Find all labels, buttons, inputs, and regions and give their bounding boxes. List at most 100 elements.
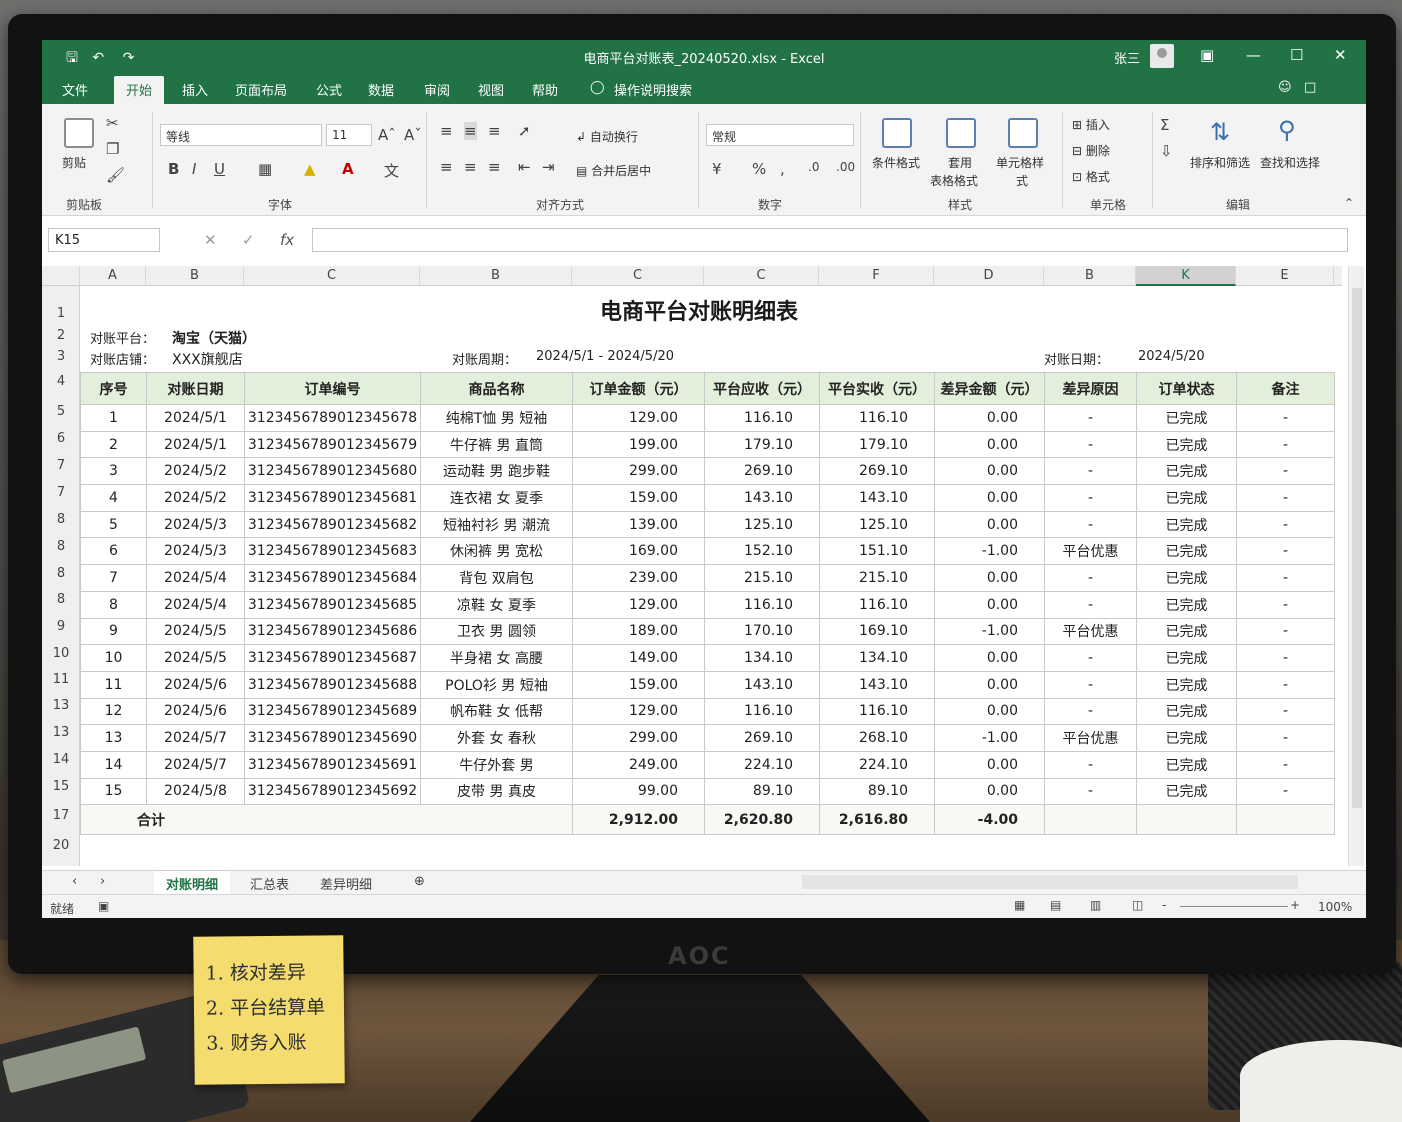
table-cell[interactable]: -1.00 [934, 537, 1045, 566]
table-cell[interactable]: 134.10 [819, 644, 935, 672]
table-cell[interactable]: 15 [80, 777, 147, 806]
tab-review[interactable]: 审阅 [424, 80, 450, 99]
ribbon-display-icon[interactable]: ▣ [1200, 46, 1214, 64]
tab-formulas[interactable]: 公式 [316, 80, 342, 99]
table-cell[interactable]: 已完成 [1136, 430, 1237, 459]
tab-insert[interactable]: 插入 [182, 80, 208, 99]
share-icon[interactable]: ☺ [1278, 80, 1292, 95]
table-cell[interactable]: 129.00 [572, 697, 705, 726]
table-cell[interactable]: 169.10 [819, 617, 935, 646]
comma-style-icon[interactable]: , [780, 160, 785, 178]
find-select-button[interactable]: 查找和选择 [1260, 154, 1320, 171]
table-cell[interactable]: 11 [80, 670, 147, 699]
table-cell[interactable]: 13 [80, 724, 147, 752]
table-cell[interactable]: 299.00 [572, 724, 705, 752]
decrease-indent-icon[interactable]: ⇤ [518, 158, 531, 176]
align-top-icon[interactable]: ≡ [440, 122, 453, 140]
total-received[interactable]: 2,616.80 [819, 804, 935, 836]
paste-button[interactable]: 剪贴 [62, 154, 86, 171]
table-cell[interactable]: - [1044, 510, 1137, 539]
table-cell[interactable]: - [1044, 697, 1137, 726]
table-cell[interactable]: 3123456789012345681 [244, 484, 421, 512]
zoom-out-icon[interactable]: - [1162, 898, 1166, 912]
font-color-icon[interactable]: A [342, 160, 354, 178]
table-header-cell[interactable]: 平台实收（元） [819, 372, 935, 405]
row-header[interactable]: 14 [42, 752, 80, 767]
table-header-cell[interactable]: 差异原因 [1044, 372, 1137, 405]
zoom-slider[interactable] [1180, 906, 1288, 907]
table-header-cell[interactable]: 订单编号 [244, 372, 421, 405]
table-cell[interactable]: 2024/5/1 [146, 430, 245, 459]
total-order-amount[interactable]: 2,912.00 [572, 804, 705, 836]
table-cell[interactable]: 2024/5/6 [146, 697, 245, 726]
select-all-corner[interactable] [42, 266, 80, 286]
table-cell[interactable]: 116.10 [819, 404, 935, 432]
table-cell[interactable]: 12 [80, 697, 147, 726]
enter-icon[interactable]: ✓ [242, 231, 255, 249]
borders-icon[interactable]: ▦ [258, 160, 272, 178]
column-header[interactable]: C [244, 266, 420, 286]
table-cell[interactable]: POLO衫 男 短袖 [420, 670, 573, 699]
formula-input[interactable] [312, 228, 1348, 252]
table-cell[interactable]: 已完成 [1136, 697, 1237, 726]
total-cell[interactable] [1136, 804, 1237, 836]
table-cell[interactable]: - [1236, 404, 1335, 432]
table-header-cell[interactable]: 商品名称 [420, 372, 573, 405]
table-header-cell[interactable]: 订单金额（元） [572, 372, 705, 405]
table-cell[interactable]: 0.00 [934, 564, 1045, 592]
user-avatar[interactable] [1150, 44, 1174, 68]
table-cell[interactable]: 0.00 [934, 484, 1045, 512]
table-cell[interactable]: 已完成 [1136, 644, 1237, 672]
table-cell[interactable]: - [1236, 697, 1335, 726]
table-cell[interactable]: 14 [80, 750, 147, 779]
cell-styles-button[interactable]: 单元格样 [996, 154, 1044, 171]
table-cell[interactable]: 已完成 [1136, 590, 1237, 619]
table-cell[interactable]: 269.10 [704, 457, 820, 486]
row-header[interactable]: 20 [42, 838, 80, 853]
table-cell[interactable]: 189.00 [572, 617, 705, 646]
total-cell[interactable] [1236, 804, 1335, 836]
table-cell[interactable]: 2 [80, 430, 147, 459]
table-cell[interactable]: 0.00 [934, 750, 1045, 779]
table-cell[interactable]: 已完成 [1136, 670, 1237, 699]
table-header-cell[interactable]: 平台应收（元） [704, 372, 820, 405]
row-header[interactable]: 1 [42, 306, 80, 321]
tab-home[interactable]: 开始 [114, 76, 165, 107]
row-header[interactable]: 7 [42, 485, 80, 500]
table-cell[interactable]: - [1044, 404, 1137, 432]
orientation-icon[interactable]: ➚ [518, 122, 531, 140]
column-header[interactable]: K [1136, 266, 1236, 286]
table-cell[interactable]: 0.00 [934, 670, 1045, 699]
table-cell[interactable]: - [1044, 430, 1137, 459]
column-header[interactable]: E [1236, 266, 1334, 286]
close-icon[interactable]: ✕ [1334, 46, 1347, 64]
column-header[interactable]: C [704, 266, 819, 286]
increase-decimal-icon[interactable]: .0 [808, 160, 819, 174]
table-cell[interactable]: 299.00 [572, 457, 705, 486]
table-cell[interactable]: - [1044, 644, 1137, 672]
table-cell[interactable]: 3 [80, 457, 147, 486]
wrap-text-button[interactable]: ↲ 自动换行 [576, 128, 638, 145]
sheet-tab-summary[interactable]: 汇总表 [250, 874, 289, 893]
table-cell[interactable]: 134.10 [704, 644, 820, 672]
row-header[interactable]: 3 [42, 349, 80, 364]
row-header[interactable]: 8 [42, 566, 80, 581]
accounting-format-icon[interactable]: ¥ [712, 160, 722, 178]
total-receivable[interactable]: 2,620.80 [704, 804, 820, 836]
table-cell[interactable]: 连衣裙 女 夏季 [420, 484, 573, 512]
tab-view[interactable]: 视图 [478, 80, 504, 99]
table-cell[interactable]: 3123456789012345687 [244, 644, 421, 672]
table-cell[interactable]: 3123456789012345686 [244, 617, 421, 646]
increase-font-icon[interactable]: Aˆ [378, 126, 396, 144]
scroll-thumb[interactable] [1352, 288, 1362, 808]
column-header[interactable]: B [420, 266, 572, 286]
table-cell[interactable]: -1.00 [934, 724, 1045, 752]
tab-help[interactable]: 帮助 [532, 80, 558, 99]
table-cell[interactable]: 0.00 [934, 430, 1045, 459]
table-cell[interactable]: 224.10 [704, 750, 820, 779]
row-header[interactable]: 15 [42, 779, 80, 794]
table-cell[interactable]: 已完成 [1136, 537, 1237, 566]
collapse-ribbon-icon[interactable]: ⌃ [1344, 196, 1354, 210]
font-size-select[interactable]: 11 [326, 124, 372, 146]
table-header-cell[interactable]: 序号 [80, 372, 147, 405]
